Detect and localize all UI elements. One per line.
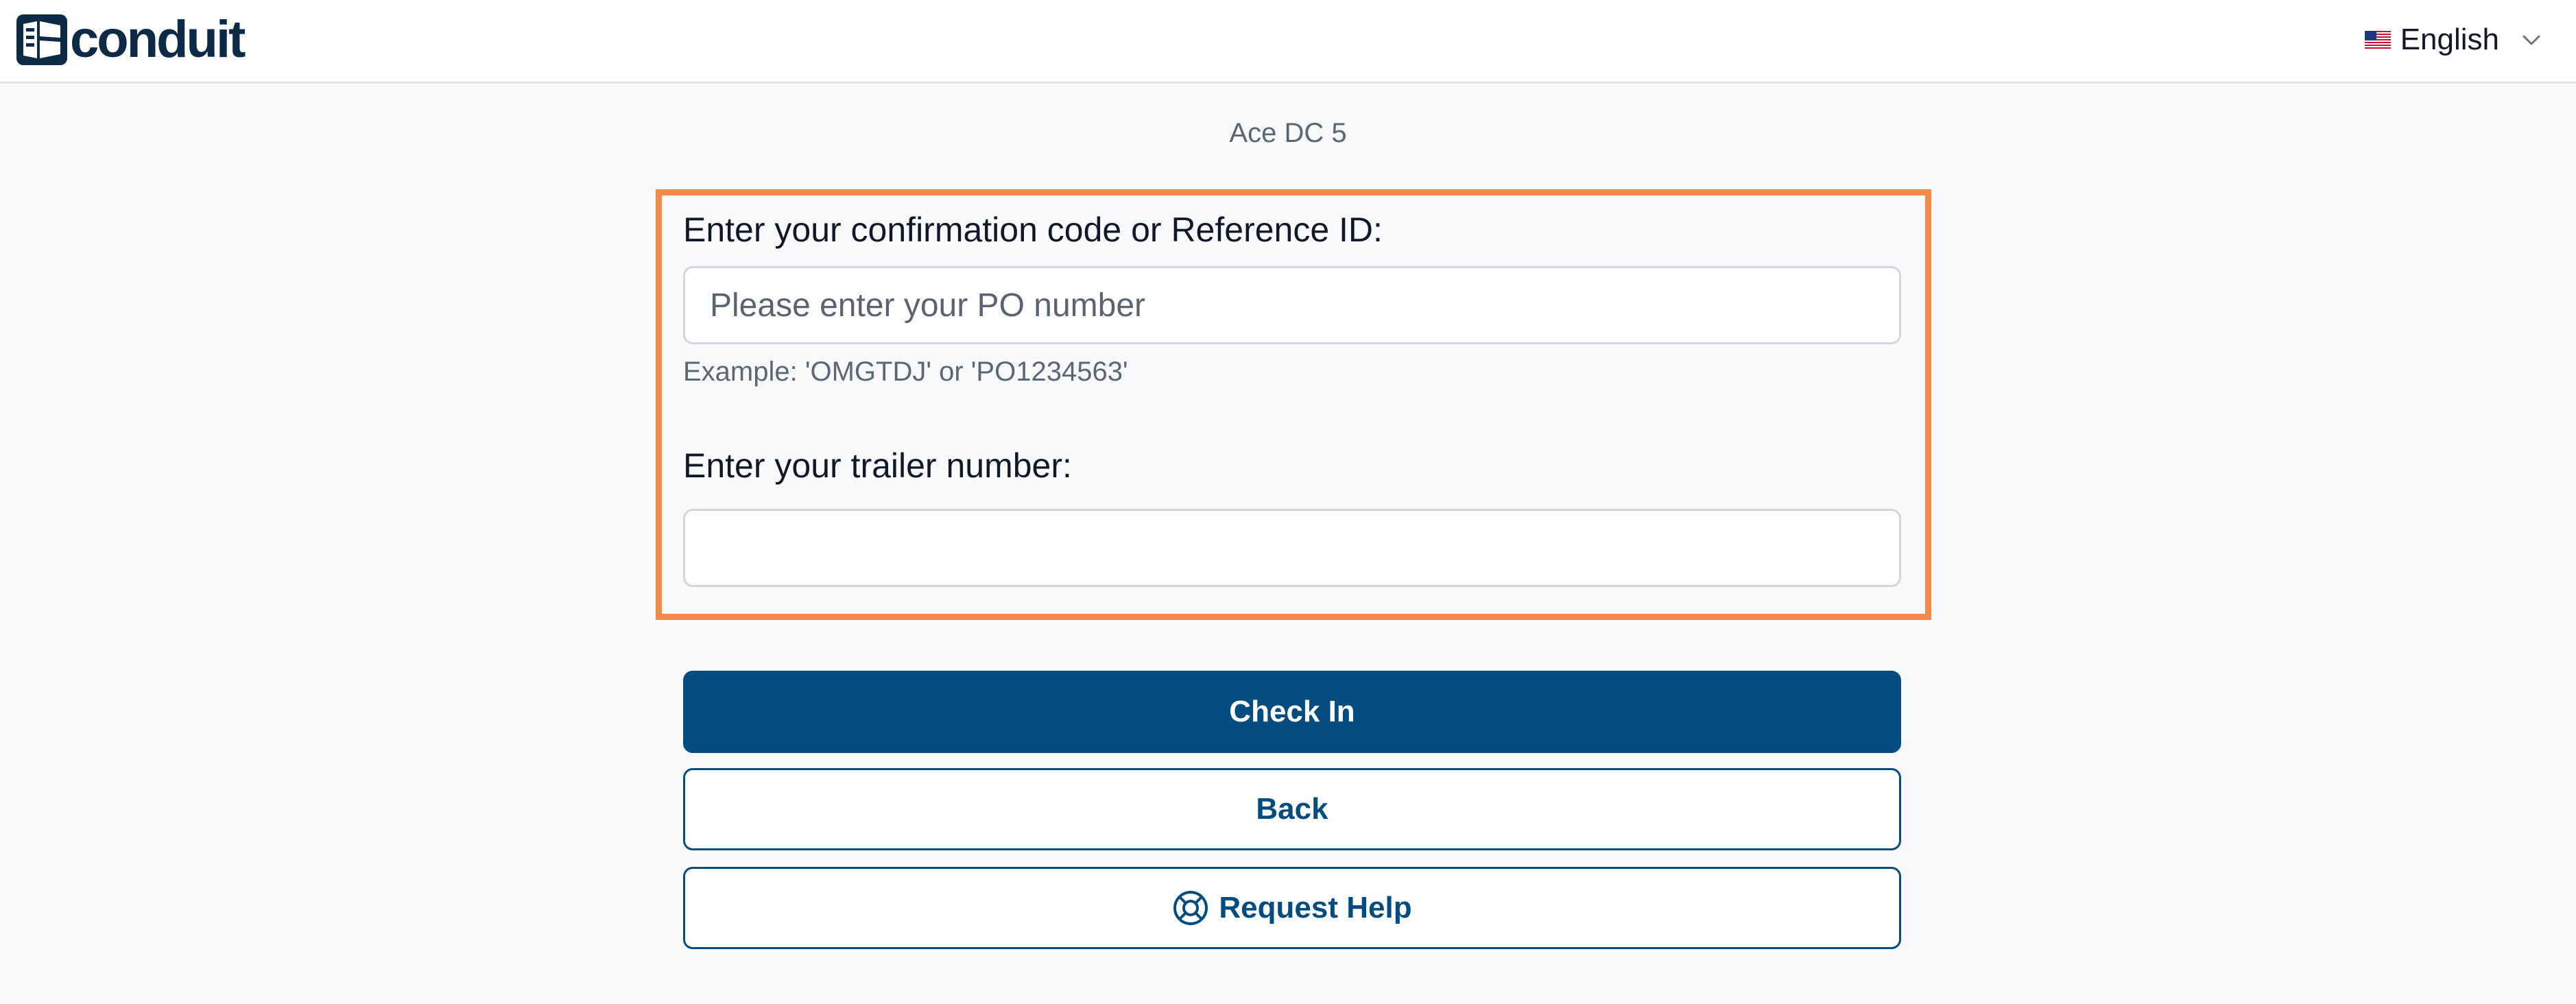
chevron-down-icon <box>2523 35 2540 45</box>
request-help-button-label: Request Help <box>1219 891 1412 924</box>
conduit-logo[interactable]: conduit <box>16 10 246 69</box>
back-button-label: Back <box>1256 792 1328 826</box>
request-help-button[interactable]: Request Help <box>683 867 1901 949</box>
check-in-button-label: Check In <box>1229 695 1355 728</box>
language-selector[interactable]: English <box>2364 19 2543 60</box>
confirmation-code-input[interactable] <box>683 266 1901 344</box>
back-button[interactable]: Back <box>683 768 1901 850</box>
language-label: English <box>2400 23 2499 56</box>
site-name: Ace DC 5 <box>1229 118 1347 148</box>
confirmation-code-hint: Example: 'OMGTDJ' or 'PO1234563' <box>683 357 1128 387</box>
conduit-logo-icon <box>16 14 67 65</box>
us-flag-icon <box>2364 31 2391 49</box>
lifebuoy-icon <box>1173 891 1208 925</box>
top-bar: conduit English <box>0 0 2576 84</box>
trailer-number-label: Enter your trailer number: <box>683 446 1072 485</box>
trailer-number-input[interactable] <box>683 509 1901 587</box>
check-in-button[interactable]: Check In <box>683 671 1901 753</box>
logo-text: conduit <box>70 10 246 69</box>
confirmation-code-label: Enter your confirmation code or Referenc… <box>683 211 1383 249</box>
